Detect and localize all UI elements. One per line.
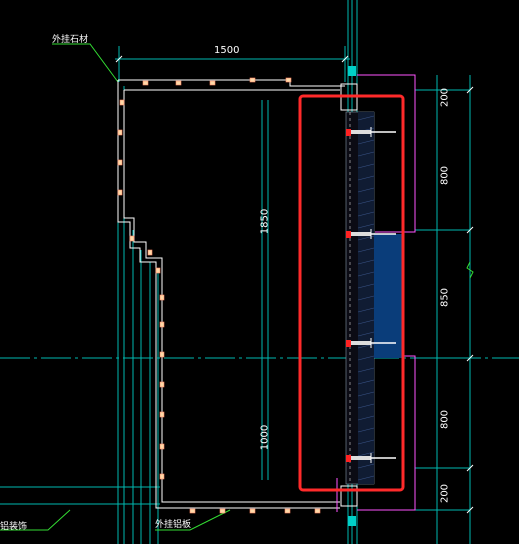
dimension-height-upper: 1850 (259, 208, 271, 235)
dimension-right-4: 800 (439, 409, 451, 430)
cad-drawing-canvas: 外挂石材 外挂铝板 铝装饰 1500 1850 1000 200 800 850… (0, 0, 519, 544)
wall-column (345, 111, 375, 485)
dimension-right-5: 200 (439, 483, 451, 504)
anchor-points (117, 77, 321, 514)
dimension-ticks (115, 55, 474, 514)
label-corner: 铝装饰 (0, 522, 28, 532)
dimension-right-3: 850 (439, 287, 451, 308)
blue-panel (374, 234, 402, 358)
dimension-height-lower: 1000 (259, 424, 271, 451)
dimension-right-1: 200 (439, 87, 451, 108)
dimension-right-2: 800 (439, 165, 451, 186)
dimension-width-top: 1500 (214, 45, 240, 56)
label-stone-bottom: 外挂铝板 (155, 520, 192, 530)
building-outline (117, 79, 345, 509)
label-stone-top: 外挂石材 (52, 35, 89, 45)
